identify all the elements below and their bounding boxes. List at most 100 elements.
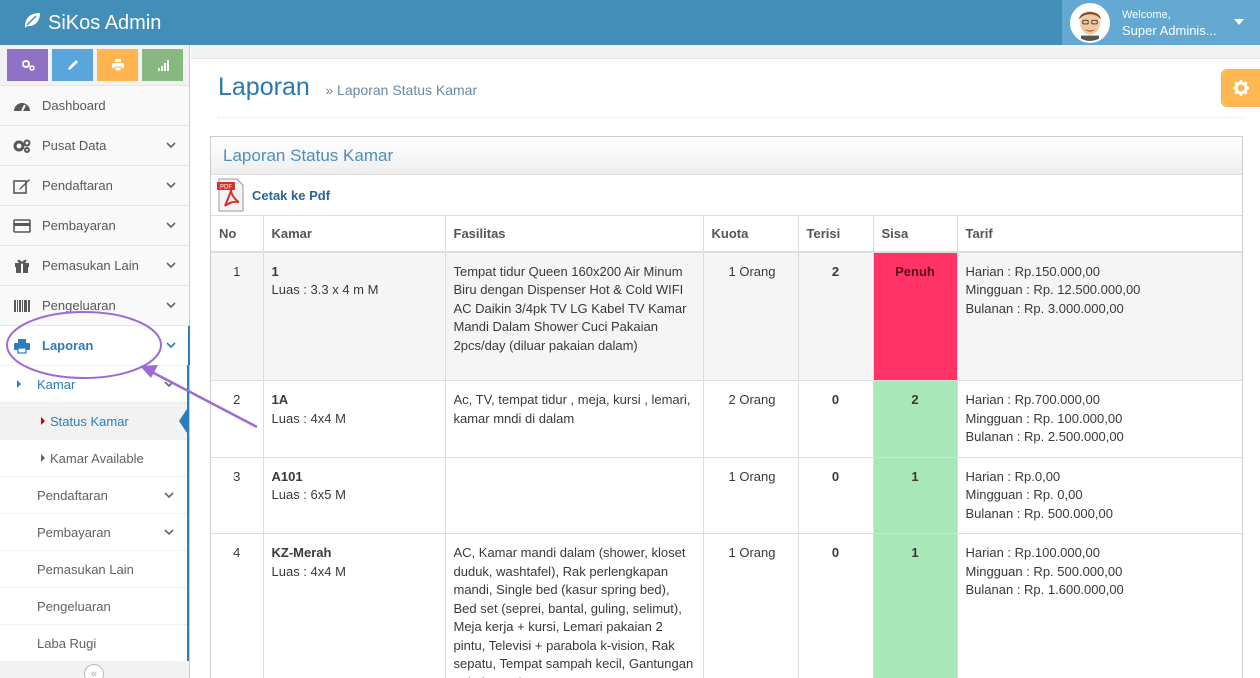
col-header-fasilitas[interactable]: Fasilitas bbox=[444, 215, 703, 253]
pencil-icon bbox=[67, 60, 78, 70]
top-navbar: SiKos Admin Welcome, Super Adminis... bbox=[0, 0, 1260, 45]
sidebar-item-pengeluaran[interactable]: Pengeluaran bbox=[0, 285, 189, 325]
col-header-no[interactable]: No bbox=[211, 215, 263, 253]
ace-settings-button[interactable] bbox=[1221, 69, 1260, 107]
brand-title: SiKos Admin bbox=[48, 11, 162, 34]
pdf-icon[interactable]: PDF bbox=[217, 178, 245, 212]
table-row: 1 1 Luas : 3.3 x 4 m M Tempat tidur Queen… bbox=[211, 251, 1242, 381]
cell-sisa-full: Penuh bbox=[872, 251, 957, 381]
gear-icon bbox=[1232, 80, 1249, 96]
breadcrumbs-bar bbox=[191, 45, 1260, 59]
shortcut-buttons bbox=[0, 45, 189, 85]
active-pointer bbox=[179, 409, 187, 433]
chevron-down-icon bbox=[166, 302, 176, 309]
cell-tarif: Harian : Rp.0,00 Mingguan : Rp. 0,00 Bulan… bbox=[956, 456, 1242, 534]
tarif-mingguan: Mingguan : Rp. 100.000,00 bbox=[965, 410, 1123, 426]
cell-kuota: 1 Orang bbox=[702, 251, 798, 381]
cell-kamar: A101 Luas : 6x5 M bbox=[262, 456, 445, 534]
table-row: 3 A101 Luas : 6x5 M 1 Orang 0 1 Harian : … bbox=[211, 456, 1242, 534]
caret-right-icon bbox=[17, 380, 21, 388]
submenu-label: Kamar bbox=[37, 376, 76, 392]
cell-sisa-available: 1 bbox=[872, 533, 957, 678]
cell-kamar: 1 Luas : 3.3 x 4 m M bbox=[262, 251, 445, 381]
cell-fasilitas bbox=[444, 456, 703, 534]
user-name: Super Adminis... bbox=[1122, 22, 1217, 38]
col-header-kamar[interactable]: Kamar bbox=[262, 215, 445, 253]
table-header-row: No Kamar Fasilitas Kuota Terisi Sisa Tar… bbox=[211, 215, 1242, 253]
col-header-sisa[interactable]: Sisa bbox=[872, 215, 957, 253]
box-title: Laporan Status Kamar bbox=[211, 137, 1242, 175]
page-header: Laporan » Laporan Status Kamar bbox=[218, 73, 1244, 118]
user-menu[interactable]: Welcome, Super Adminis... bbox=[1062, 0, 1260, 45]
sidebar-item-pendaftaran[interactable]: Pendaftaran bbox=[0, 165, 189, 205]
sidebar-item-pembayaran[interactable]: Pembayaran bbox=[0, 205, 189, 245]
page-title: Laporan bbox=[218, 73, 310, 101]
submenu-label: Pengeluaran bbox=[37, 598, 111, 614]
cell-kuota: 2 Orang bbox=[702, 380, 798, 457]
sidebar-item-laporan[interactable]: Laporan bbox=[0, 325, 190, 365]
shortcut-settings-button[interactable] bbox=[7, 49, 48, 81]
chevron-down-icon bbox=[164, 492, 174, 499]
chevron-down-icon bbox=[166, 222, 176, 229]
tarif-mingguan: Mingguan : Rp. 12.500.000,00 bbox=[965, 282, 1141, 297]
submenu-pendaftaran[interactable]: Pendaftaran bbox=[0, 476, 187, 513]
cell-tarif: Harian : Rp.100.000,00 Mingguan : Rp. 500… bbox=[956, 533, 1242, 678]
signal-icon bbox=[157, 60, 169, 71]
cell-kamar: KZ-Merah Luas : 4x4 M bbox=[262, 533, 445, 678]
submenu-pengeluaran[interactable]: Pengeluaran bbox=[0, 587, 187, 624]
caret-down-icon bbox=[1234, 19, 1244, 25]
shortcut-edit-button[interactable] bbox=[52, 49, 93, 81]
room-area: Luas : 4x4 M bbox=[271, 410, 346, 426]
submenu-laba-rugi[interactable]: Laba Rugi bbox=[0, 624, 187, 661]
tarif-mingguan: Mingguan : Rp. 500.000,00 bbox=[965, 563, 1123, 579]
submenu-pemasukan-lain[interactable]: Pemasukan Lain bbox=[0, 550, 187, 587]
sidebar-item-label: Pemasukan Lain bbox=[42, 258, 139, 273]
submenu-status-kamar[interactable]: Status Kamar bbox=[0, 402, 187, 439]
shortcut-print-button[interactable] bbox=[97, 49, 138, 81]
room-code: A101 bbox=[271, 468, 303, 484]
credit-card-icon bbox=[11, 218, 33, 234]
cell-no: 4 bbox=[211, 533, 263, 678]
brand[interactable]: SiKos Admin bbox=[22, 10, 161, 36]
cogs-icon bbox=[21, 60, 35, 71]
submenu-pembayaran[interactable]: Pembayaran bbox=[0, 513, 187, 550]
svg-text:PDF: PDF bbox=[220, 185, 232, 191]
sidebar: Dashboard Pusat Data Pendaftaran Pembaya… bbox=[0, 45, 190, 678]
submenu-label: Pendaftaran bbox=[37, 487, 108, 503]
tarif-bulanan: Bulanan : Rp. 3.000.000,00 bbox=[965, 300, 1124, 316]
sidebar-collapse-button[interactable]: « bbox=[84, 664, 104, 678]
cell-no: 3 bbox=[211, 456, 263, 534]
sidebar-item-pemasukan-lain[interactable]: Pemasukan Lain bbox=[0, 245, 189, 285]
welcome-text: Welcome, bbox=[1122, 8, 1171, 21]
col-header-kuota[interactable]: Kuota bbox=[702, 215, 798, 253]
submenu-label: Pembayaran bbox=[37, 524, 111, 540]
cell-sisa-available: 2 bbox=[872, 380, 957, 457]
shortcut-signal-button[interactable] bbox=[142, 49, 183, 81]
room-code: KZ-Merah bbox=[271, 545, 332, 560]
user-avatar bbox=[1070, 2, 1110, 43]
col-header-terisi[interactable]: Terisi bbox=[797, 215, 873, 253]
room-area: Luas : 3.3 x 4 m M bbox=[271, 282, 379, 297]
chevron-down-icon bbox=[166, 182, 176, 189]
report-box: Laporan Status Kamar PDF Cetak ke Pdf No… bbox=[210, 136, 1243, 678]
pdf-row: PDF Cetak ke Pdf bbox=[211, 175, 1242, 215]
chevron-down-icon bbox=[166, 262, 176, 269]
room-code: 1 bbox=[271, 263, 279, 279]
col-header-tarif[interactable]: Tarif bbox=[956, 215, 1242, 253]
submenu-kamar-available[interactable]: Kamar Available bbox=[0, 439, 187, 476]
tarif-harian: Harian : Rp.100.000,00 bbox=[965, 545, 1100, 560]
sidebar-item-pusat-data[interactable]: Pusat Data bbox=[0, 125, 189, 165]
submenu-label: Pemasukan Lain bbox=[37, 561, 134, 577]
submenu-kamar[interactable]: Kamar bbox=[0, 365, 187, 402]
tarif-bulanan: Bulanan : Rp. 500.000,00 bbox=[965, 505, 1113, 521]
laporan-submenu: Kamar Status Kamar Kamar Available Penda… bbox=[0, 365, 189, 661]
sidebar-item-label: Laporan bbox=[42, 338, 94, 353]
cogs-icon bbox=[11, 138, 33, 154]
print-pdf-link[interactable]: Cetak ke Pdf bbox=[252, 188, 330, 203]
print-icon bbox=[111, 59, 124, 72]
cell-kuota: 1 Orang bbox=[702, 456, 798, 534]
cell-fasilitas: Tempat tidur Queen 160x200 Air Minum Bir… bbox=[444, 251, 703, 381]
sidebar-item-dashboard[interactable]: Dashboard bbox=[0, 85, 189, 125]
tarif-bulanan: Bulanan : Rp. 2.500.000,00 bbox=[965, 429, 1124, 444]
breadcrumb: » Laporan Status Kamar bbox=[325, 82, 478, 98]
